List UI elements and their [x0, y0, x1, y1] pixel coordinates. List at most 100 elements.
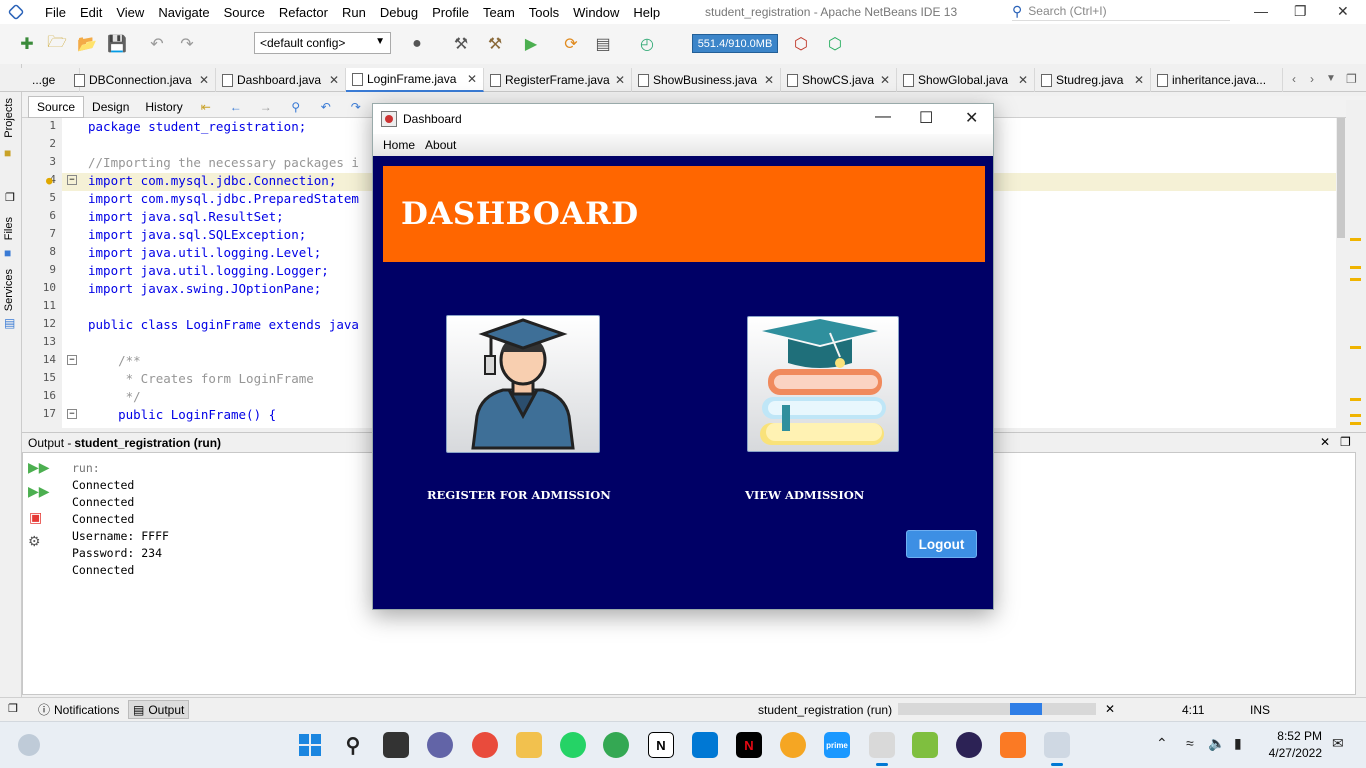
close-output-icon[interactable]: ✕ — [1320, 435, 1330, 449]
java-taskbar-icon[interactable] — [869, 732, 895, 766]
last-edit-icon[interactable]: ⇤ — [195, 96, 217, 118]
maximize-icon[interactable]: ☐ — [919, 108, 933, 128]
menu-source[interactable]: Source — [217, 5, 272, 20]
redo-icon[interactable]: ↷ — [176, 33, 198, 55]
warning-mark[interactable] — [1350, 278, 1361, 281]
settings-icon[interactable]: ⚙ — [28, 533, 41, 550]
tab-dbconnection[interactable]: DBConnection.java ✕ — [68, 68, 216, 92]
tab-registerframe[interactable]: RegisterFrame.java ✕ — [484, 68, 632, 92]
tab-studreg[interactable]: Studreg.java ✕ — [1035, 68, 1151, 92]
warning-mark[interactable] — [1350, 238, 1361, 241]
config-select[interactable]: <default config> ▼ — [254, 32, 391, 54]
warning-mark[interactable] — [1350, 398, 1361, 401]
gc-icon[interactable]: ◴ — [636, 33, 658, 55]
tab-showglobal[interactable]: ShowGlobal.java ✕ — [897, 68, 1035, 92]
forward-icon[interactable]: → — [255, 96, 277, 118]
files-tab[interactable]: Files — [3, 217, 15, 240]
notification-center-icon[interactable]: ✉ — [1332, 735, 1344, 752]
plugin-icon-1[interactable]: ⬡ — [790, 33, 812, 55]
scroll-tabs-right-icon[interactable]: › — [1310, 72, 1314, 86]
find-prev-icon[interactable]: ↶ — [315, 96, 337, 118]
tab-loginframe[interactable]: LoginFrame.java ✕ — [346, 68, 484, 92]
minimize-icon[interactable]: — — [1254, 3, 1268, 19]
task-view-icon[interactable] — [383, 732, 409, 758]
menu-home[interactable]: Home — [383, 138, 415, 152]
output-tab[interactable]: ▤ Output — [128, 700, 190, 719]
chrome-icon[interactable] — [472, 732, 498, 758]
restore-windows-icon-3[interactable]: ❐ — [8, 702, 18, 715]
new-project-icon[interactable]: 🗁 — [46, 33, 68, 55]
wifi-icon[interactable]: ≈ — [1186, 735, 1194, 751]
editor-scrollbar[interactable] — [1336, 118, 1346, 428]
cancel-task-icon[interactable]: ✕ — [1105, 702, 1115, 716]
close-tab-icon[interactable]: ✕ — [1018, 73, 1028, 87]
tab-dashboard[interactable]: Dashboard.java ✕ — [216, 68, 346, 92]
chat-icon[interactable] — [427, 732, 453, 758]
menu-view[interactable]: View — [109, 5, 151, 20]
maximize-editor-icon[interactable]: ❐ — [1346, 72, 1357, 86]
tab-showcs[interactable]: ShowCS.java ✕ — [781, 68, 897, 92]
menu-debug[interactable]: Debug — [373, 5, 425, 20]
close-tab-icon[interactable]: ✕ — [880, 73, 890, 87]
whatsapp-icon[interactable] — [560, 732, 586, 758]
menu-edit[interactable]: Edit — [73, 5, 109, 20]
prime-video-icon[interactable]: prime — [824, 732, 850, 758]
netbeans-taskbar-icon[interactable] — [912, 732, 938, 758]
battery-icon[interactable]: ▮ — [1234, 735, 1242, 752]
menu-run[interactable]: Run — [335, 5, 373, 20]
close-icon[interactable]: ✕ — [1337, 3, 1349, 20]
close-tab-icon[interactable]: ✕ — [615, 73, 625, 87]
rerun-params-icon[interactable]: ▶▶ — [28, 483, 50, 500]
search-input[interactable]: ⚲ Search (Ctrl+I) — [1012, 2, 1230, 21]
design-view-tab[interactable]: Design — [84, 97, 137, 117]
new-file-icon[interactable]: ✚ — [16, 33, 38, 55]
system-clock[interactable]: 8:52 PM 4/27/2022 — [1268, 728, 1322, 762]
memory-indicator[interactable]: 551.4/910.0MB — [692, 34, 778, 53]
projects-tab[interactable]: Projects — [3, 98, 15, 138]
warning-mark[interactable] — [1350, 346, 1361, 349]
minimize-icon[interactable]: — — [875, 108, 891, 126]
tab-inheritance[interactable]: inheritance.java... — [1151, 68, 1283, 92]
profile-icon[interactable]: ▤ — [592, 33, 614, 55]
search-taskbar-icon[interactable]: ⚲ — [340, 732, 366, 758]
menu-team[interactable]: Team — [476, 5, 522, 20]
save-all-icon[interactable]: 💾 — [106, 33, 128, 55]
globe-icon[interactable]: ● — [406, 33, 428, 55]
vscode-icon[interactable] — [692, 732, 718, 758]
close-tab-icon[interactable]: ✕ — [329, 73, 339, 87]
stop-icon[interactable]: ▣ — [29, 509, 42, 526]
services-tab[interactable]: Services — [3, 269, 15, 311]
view-admission-button[interactable] — [747, 316, 899, 452]
fold-icon[interactable]: − — [67, 355, 77, 365]
logout-button[interactable]: Logout — [906, 530, 977, 558]
find-next-icon[interactable]: ↷ — [345, 96, 367, 118]
chrome-profile-icon[interactable] — [603, 732, 629, 758]
register-button[interactable] — [446, 315, 600, 453]
restore-windows-icon-2[interactable]: ❐ — [5, 191, 15, 204]
tab-showbusiness[interactable]: ShowBusiness.java ✕ — [632, 68, 781, 92]
menu-file[interactable]: File — [38, 5, 73, 20]
tab-list-icon[interactable]: ▼ — [1326, 73, 1336, 84]
maximize-output-icon[interactable]: ❐ — [1340, 435, 1351, 449]
debug-icon[interactable]: ⟳ — [560, 33, 582, 55]
scrollbar-thumb[interactable] — [1337, 118, 1345, 238]
menu-tools[interactable]: Tools — [522, 5, 566, 20]
dashboard-app-icon[interactable] — [1044, 732, 1070, 766]
warning-bulb-icon[interactable]: ● — [46, 174, 53, 187]
menu-profile[interactable]: Profile — [425, 5, 476, 20]
close-tab-icon[interactable]: ✕ — [764, 73, 774, 87]
volume-icon[interactable]: 🔈 — [1208, 735, 1225, 752]
source-view-tab[interactable]: Source — [28, 95, 85, 118]
dashboard-titlebar[interactable]: Dashboard — ☐ ✕ — [373, 104, 993, 134]
back-icon[interactable]: ← — [225, 96, 247, 118]
menu-window[interactable]: Window — [566, 5, 626, 20]
plugin-icon-2[interactable]: ⬡ — [824, 33, 846, 55]
close-tab-icon[interactable]: ✕ — [199, 73, 209, 87]
menu-about[interactable]: About — [425, 138, 456, 152]
show-hidden-icons-icon[interactable]: ⌃ — [1156, 735, 1168, 752]
notifications-tab[interactable]: ⓘ Notifications — [34, 700, 123, 719]
undo-icon[interactable]: ↶ — [146, 33, 168, 55]
fold-icon[interactable]: − — [67, 409, 77, 419]
restore-icon[interactable]: ❐ — [1294, 3, 1307, 20]
warning-mark[interactable] — [1350, 422, 1361, 425]
